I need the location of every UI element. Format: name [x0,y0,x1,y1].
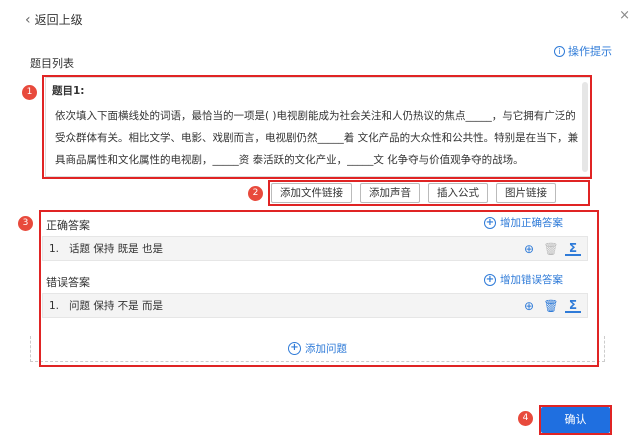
question-list-title: 题目列表 [30,57,74,70]
add-question-button[interactable]: + 添加问题 [30,336,605,362]
add-question-label: 添加问题 [305,343,347,355]
add-wrong-answer-button[interactable]: + 增加错误答案 [484,272,563,287]
toolbar: 添加文件链接 添加声音 插入公式 图片链接 [271,183,556,203]
add-correct-answer-button[interactable]: + 增加正确答案 [484,215,563,230]
add-sound-button[interactable]: 添加声音 [360,183,420,203]
confirm-button[interactable]: 确认 [541,407,610,433]
close-icon[interactable]: × [619,8,630,23]
back-button[interactable]: ‹ 返回上级 [25,11,83,28]
chevron-left-icon: ‹ [25,11,31,28]
add-file-link-button[interactable]: 添加文件链接 [271,183,352,203]
trash-icon[interactable]: 🗑 [543,298,559,314]
wrong-answer-row[interactable]: 1. 问题 保持 不是 而是 ⊕ 🗑 Σ [42,293,588,318]
answer-text[interactable]: 问题 保持 不是 而是 [65,298,521,313]
answer-number: 1. [49,242,60,255]
badge-1: 1 [22,85,37,100]
add-correct-answer-label: 增加正确答案 [500,217,563,229]
correct-answer-row[interactable]: 1. 话题 保持 既是 也是 ⊕ 🗑 Σ [42,236,588,261]
answer-text[interactable]: 话题 保持 既是 也是 [65,241,521,256]
wrong-answer-label: 错误答案 [46,276,90,289]
question-editor[interactable]: 题目1: 依次填入下面横线处的词语，最恰当的一项是( )电视剧能成为社会关注和人… [45,77,591,177]
add-wrong-answer-label: 增加错误答案 [500,274,563,286]
tips-link[interactable]: i 操作提示 [554,43,612,59]
trash-icon[interactable]: 🗑 [543,241,559,257]
correct-answer-label: 正确答案 [46,219,90,232]
plus-circle-icon: + [484,216,496,229]
plus-circle-icon[interactable]: ⊕ [521,298,537,314]
back-label: 返回上级 [34,13,83,27]
badge-2: 2 [248,186,263,201]
plus-circle-icon: + [288,342,301,355]
insert-formula-button[interactable]: 插入公式 [428,183,488,203]
image-link-button[interactable]: 图片链接 [496,183,556,203]
question-heading: 题目1: [52,85,85,97]
info-circle-icon: i [554,45,565,57]
plus-circle-icon[interactable]: ⊕ [521,241,537,257]
question-text[interactable]: 依次填入下面横线处的词语，最恰当的一项是( )电视剧能成为社会关注和人仍热议的焦… [55,105,580,171]
plus-circle-icon: + [484,273,496,286]
tips-label: 操作提示 [568,45,612,58]
badge-4: 4 [518,411,533,426]
sigma-icon[interactable]: Σ [565,241,581,256]
badge-3: 3 [18,216,33,231]
sigma-icon[interactable]: Σ [565,298,581,313]
answer-number: 1. [49,299,60,312]
question-scrollbar[interactable] [582,82,588,172]
